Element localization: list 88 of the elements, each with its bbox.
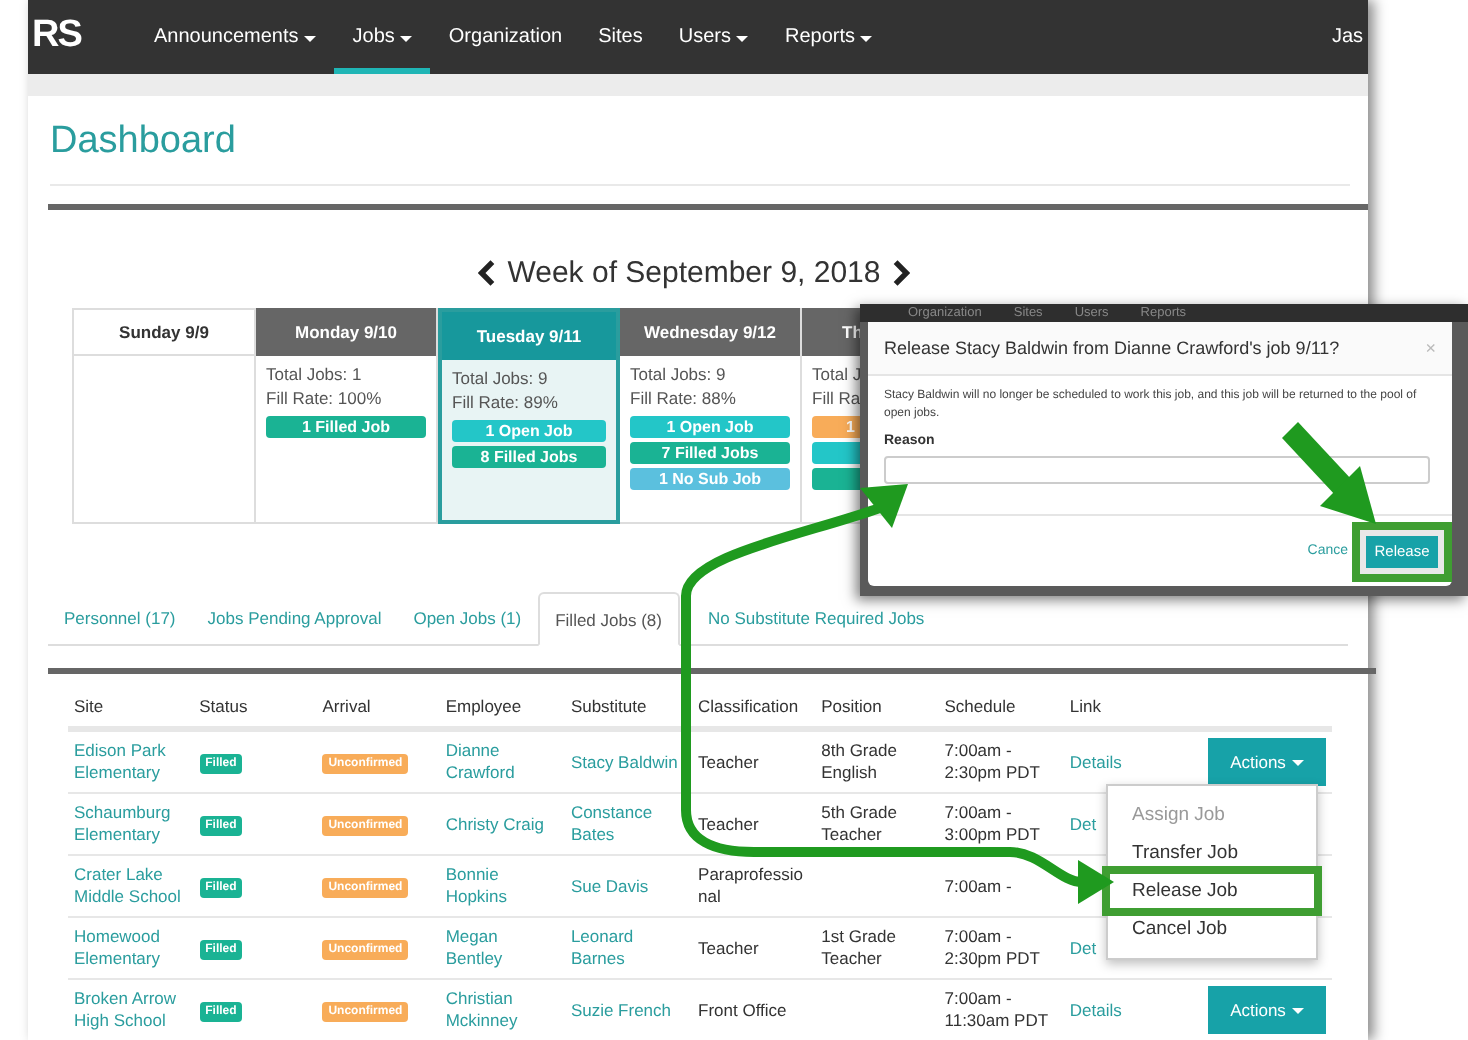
site-link[interactable]: Schaumburg Elementary (74, 802, 188, 846)
table-cell-text: Paraprofessional (698, 864, 805, 908)
job-badge[interactable]: 7 Filled Jobs (630, 442, 790, 464)
caret-icon (1291, 1007, 1304, 1013)
day-header: Monday 9/10 (294, 322, 398, 342)
site-link[interactable]: Broken Arrow High School (74, 988, 188, 1032)
column-header: Position (821, 695, 882, 715)
table-cell-text: 7:00am - 11:30am PDT (944, 988, 1051, 1032)
fill-rate: Fill Rate: 88% (630, 388, 736, 408)
logo: RS (30, 12, 84, 60)
dialog-title: Release Stacy Baldwin from Dianne Crawford's job 9/11? (884, 338, 1340, 358)
column-header: Substitute (570, 695, 647, 715)
employee-link[interactable]: Christy Craig (445, 813, 559, 835)
table-cell-text: Teacher (698, 937, 761, 959)
column-header: Arrival (322, 695, 371, 715)
actions-button[interactable]: Actions (1208, 986, 1326, 1034)
site-link[interactable]: Edison Park Elementary (74, 740, 188, 784)
tab[interactable]: Filled Jobs (8) (537, 592, 680, 646)
table-cell-text: 8th Grade English (821, 740, 899, 784)
table-cell-text: 7:00am - 3:00pm PDT (944, 802, 1042, 846)
substitute-link[interactable]: Constance Bates (570, 802, 687, 846)
table-cell-text: 7:00am - (944, 875, 1014, 897)
link-link[interactable]: Details (1069, 751, 1181, 773)
total-jobs: Total Jobs: 9 (452, 368, 548, 388)
total-jobs: Total Jobs: 9 (630, 364, 726, 384)
nav-item[interactable]: Announcements (136, 0, 335, 74)
tab[interactable]: Jobs Pending Approval (191, 608, 398, 644)
column-header: Employee (445, 695, 522, 715)
day-column[interactable]: Sunday 9/9 (74, 308, 256, 524)
menu-item[interactable]: Cancel Job (1108, 910, 1316, 948)
menu-item[interactable]: Release Job (1108, 872, 1316, 910)
total-jobs: Total Jobs: 1 (266, 364, 362, 384)
column-header: Classification (698, 695, 799, 715)
week-title: Week of September 9, 2018 (507, 255, 881, 289)
chevron-right-icon[interactable] (892, 259, 911, 285)
table-cell-text: 5th Grade Teacher (821, 802, 899, 846)
reason-field[interactable] (884, 456, 1430, 484)
total-jobs: Total J (812, 364, 862, 384)
job-badge[interactable]: 8 Filled Jobs (452, 446, 606, 468)
table-cell-text: 7:00am - 2:30pm PDT (944, 740, 1042, 784)
column-header: Site (74, 695, 104, 715)
actions-button[interactable]: Actions (1208, 738, 1326, 786)
day-header: Sunday 9/9 (119, 322, 209, 342)
tab[interactable]: Open Jobs (1) (397, 608, 538, 644)
page-title: Dashboard (50, 96, 1350, 186)
substitute-link[interactable]: Sue Davis (570, 875, 687, 897)
day-column[interactable]: Tuesday 9/11 Total Jobs: 9 Fill Rate: 89% 1 Open Job 8 Filled Jobs (438, 308, 620, 524)
day-header: Wednesday 9/12 (644, 322, 776, 342)
table-cell-text: Teacher (698, 813, 761, 835)
job-badge[interactable]: 1 No Sub Job (630, 468, 790, 490)
substitute-link[interactable]: Suzie French (570, 999, 687, 1021)
nav-item[interactable]: Reports (766, 0, 891, 74)
tab[interactable]: No Substitute Required Jobs (679, 608, 941, 644)
close-button[interactable]: × (1425, 338, 1436, 358)
employee-link[interactable]: Bonnie Hopkins (445, 864, 559, 908)
user-name[interactable]: Jas (1332, 0, 1368, 74)
column-header: Link (1069, 695, 1101, 715)
fill-rate: Fill Rate: 89% (452, 392, 558, 412)
day-column[interactable]: Monday 9/10 Total Jobs: 1 Fill Rate: 100% 1 Filled Job (256, 308, 438, 524)
nav-item[interactable]: Sites (580, 0, 661, 74)
fill-rate: Fill Rate: 100% (266, 388, 382, 408)
day-column[interactable]: Wednesday 9/12 Total Jobs: 9 Fill Rate: 88% 1 Open Job 7 Filled Jobs 1 No Sub Job (620, 308, 802, 524)
nav-item[interactable]: Users (660, 0, 767, 74)
table-cell-text: 7:00am - 2:30pm PDT (944, 926, 1042, 970)
chevron-left-icon[interactable] (477, 259, 496, 285)
column-header: Status (199, 695, 248, 715)
job-badge[interactable]: 1 Open Job (630, 416, 790, 438)
table-cell-text: Front Office (698, 999, 789, 1021)
caret-icon (1291, 759, 1304, 765)
job-badge[interactable]: 1 Filled Job (266, 416, 426, 438)
arrow (1282, 422, 1376, 524)
column-header: Schedule (944, 695, 1016, 715)
job-badge[interactable]: 1 Open Job (452, 420, 606, 442)
link-link[interactable]: Details (1069, 999, 1181, 1021)
substitute-link[interactable]: Stacy Baldwin (570, 751, 687, 773)
substitute-link[interactable]: Leonard Barnes (570, 926, 687, 970)
table-cell-text: 1st Grade Teacher (821, 926, 898, 970)
day-header: Tuesday 9/11 (476, 326, 582, 346)
tab[interactable]: Personnel (17) (48, 608, 192, 644)
site-link[interactable]: Homewood Elementary (74, 926, 188, 970)
nav-item[interactable]: Organization (430, 0, 581, 74)
site-link[interactable]: Crater Lake Middle School (74, 864, 188, 908)
fill-rate: Fill Ra (812, 388, 861, 408)
menu-item[interactable]: Transfer Job (1108, 834, 1316, 872)
employee-link[interactable]: Megan Bentley (445, 926, 559, 970)
employee-link[interactable]: Dianne Crawford (445, 740, 559, 784)
table-cell-text: Teacher (698, 751, 761, 773)
employee-link[interactable]: Christian Mckinney (445, 988, 559, 1032)
